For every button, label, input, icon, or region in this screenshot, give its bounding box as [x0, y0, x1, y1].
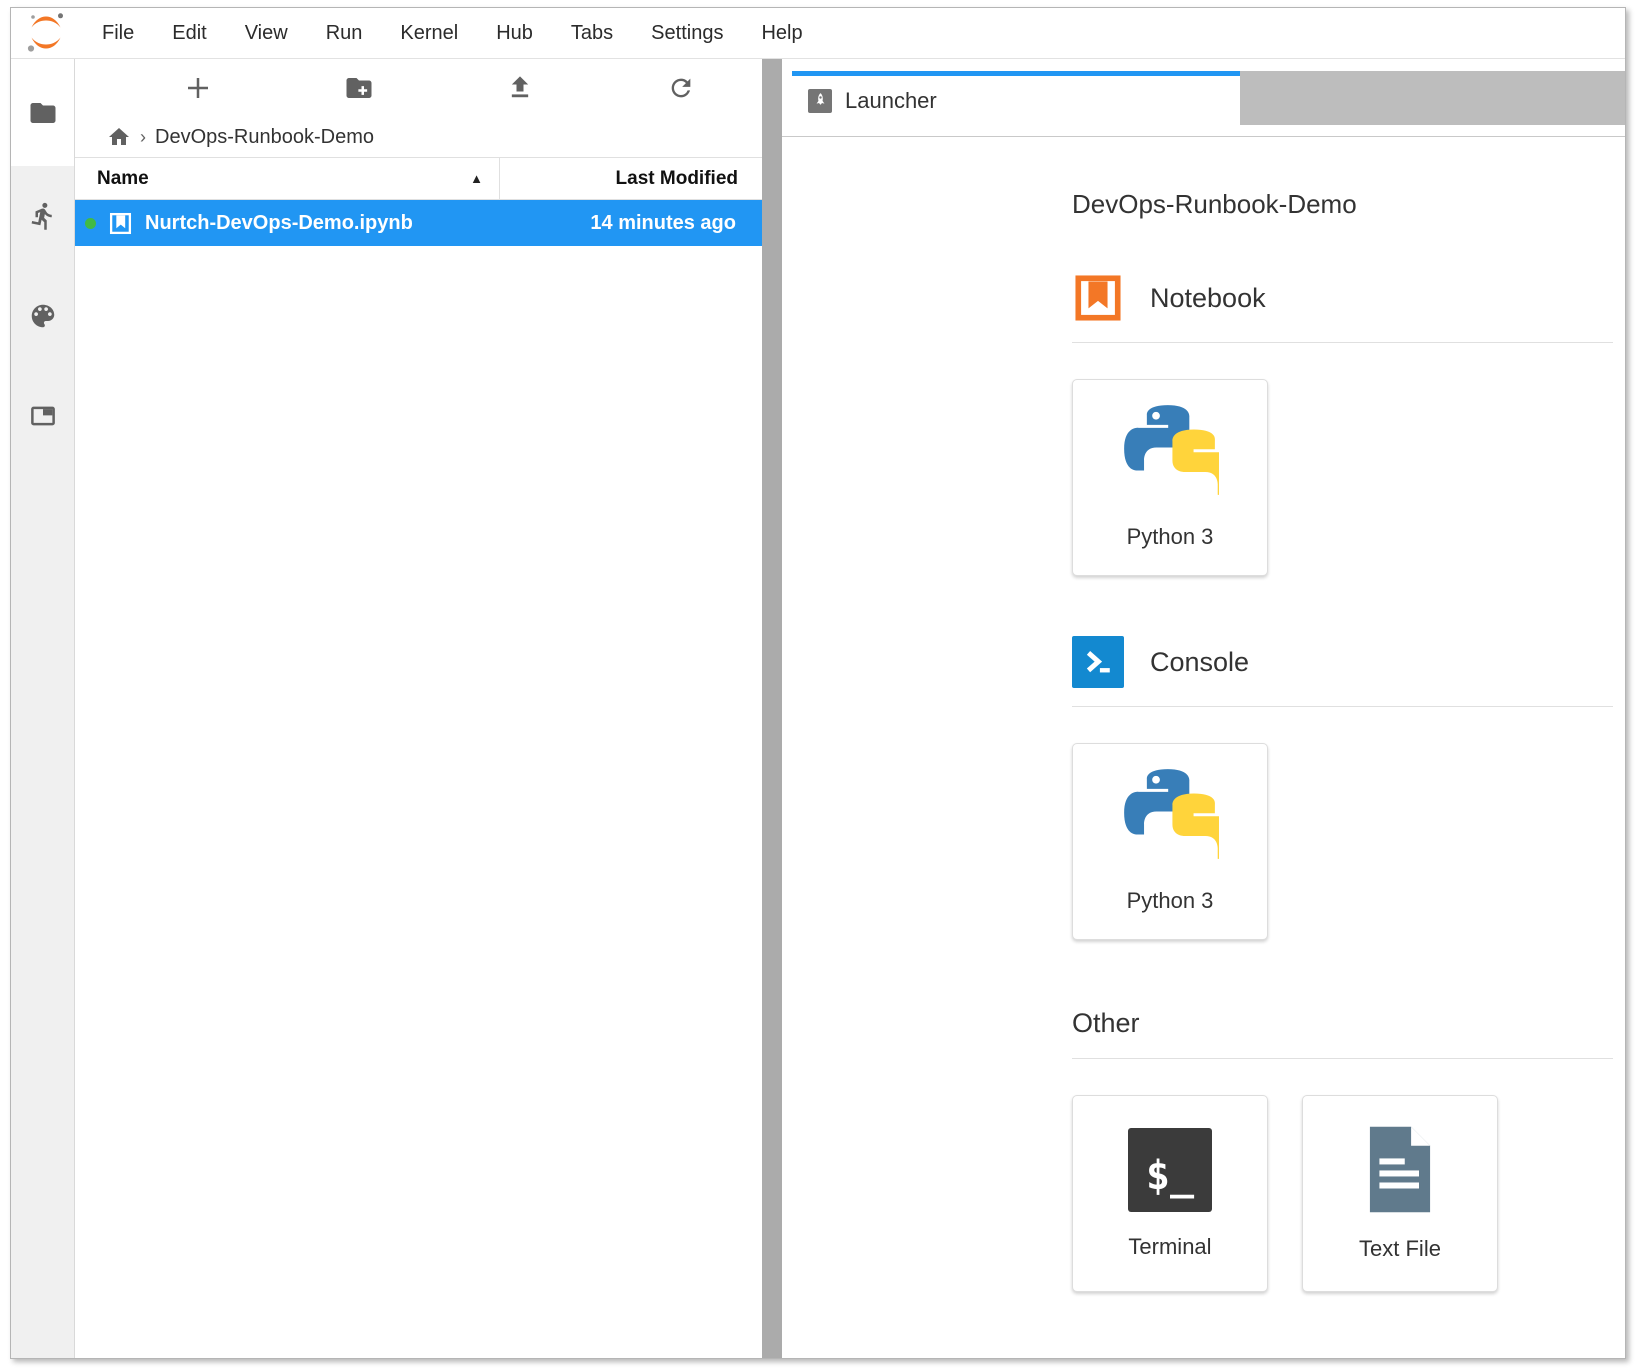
launcher-card-notebook-python3[interactable]: Python 3 — [1072, 379, 1268, 576]
menu-view[interactable]: View — [226, 22, 307, 45]
launcher-card-terminal[interactable]: $_ Terminal — [1072, 1095, 1268, 1292]
home-icon[interactable] — [107, 125, 131, 149]
card-label-text-file: Text File — [1359, 1236, 1441, 1262]
text-file-icon — [1362, 1125, 1438, 1214]
column-header-last-modified[interactable]: Last Modified — [499, 158, 762, 199]
file-list-header: Name ▲ Last Modified — [75, 157, 762, 200]
terminal-icon: $_ — [1128, 1128, 1212, 1212]
console-icon — [1072, 636, 1124, 688]
tab-bar-empty-area — [1240, 71, 1625, 125]
left-sidebar — [11, 59, 75, 1359]
file-browser-toolbar — [75, 59, 762, 117]
new-folder-button[interactable] — [278, 59, 439, 117]
section-console-label: Console — [1150, 647, 1249, 678]
launcher-card-text-file[interactable]: Text File — [1302, 1095, 1498, 1292]
plus-icon — [183, 73, 213, 103]
file-name: Nurtch-DevOps-Demo.ipynb — [145, 212, 590, 235]
launcher-rocket-icon — [808, 89, 832, 113]
other-cards-row: $_ Terminal Text File — [1072, 1095, 1613, 1292]
menu-help[interactable]: Help — [742, 22, 821, 45]
breadcrumb-current-folder[interactable]: DevOps-Runbook-Demo — [155, 126, 374, 149]
folder-icon — [28, 98, 58, 128]
dock-tab-bar: Launcher — [782, 59, 1625, 125]
notebook-cards-row: Python 3 — [1072, 379, 1613, 576]
new-folder-icon — [344, 73, 374, 103]
jupyterlab-window: File Edit View Run Kernel Hub Tabs Setti… — [10, 7, 1626, 1359]
breadcrumb: › DevOps-Runbook-Demo — [75, 117, 762, 157]
tab-launcher-label: Launcher — [845, 88, 937, 114]
section-separator — [1072, 706, 1613, 707]
tab-launcher[interactable]: Launcher — [792, 71, 1240, 125]
refresh-button[interactable] — [601, 59, 762, 117]
upload-button[interactable] — [440, 59, 601, 117]
running-person-icon — [28, 201, 58, 231]
breadcrumb-separator: › — [140, 127, 146, 148]
section-other-header: Other — [1072, 1006, 1613, 1040]
sidebar-tab-file-browser[interactable] — [11, 59, 74, 166]
main-dock-panel: Launcher DevOps-Runbook-Demo Notebook — [782, 59, 1625, 1359]
file-row-selected[interactable]: Nurtch-DevOps-Demo.ipynb 14 minutes ago — [75, 200, 762, 246]
file-last-modified: 14 minutes ago — [590, 212, 762, 235]
last-modified-header-label: Last Modified — [616, 168, 738, 190]
launcher-cwd-title: DevOps-Runbook-Demo — [1072, 189, 1613, 220]
panel-resize-divider[interactable] — [762, 59, 782, 1359]
section-console-header: Console — [1072, 636, 1613, 688]
column-header-name[interactable]: Name ▲ — [75, 158, 499, 199]
section-notebook-label: Notebook — [1150, 283, 1266, 314]
sidebar-tab-command-palette[interactable] — [11, 266, 74, 366]
refresh-icon — [667, 74, 695, 102]
sidebar-tab-running-sessions[interactable] — [11, 166, 74, 266]
card-label-python3: Python 3 — [1127, 888, 1214, 914]
menu-kernel[interactable]: Kernel — [381, 22, 477, 45]
tab-bar-spacer — [782, 71, 792, 125]
python-logo — [1121, 769, 1219, 866]
file-browser-panel: › DevOps-Runbook-Demo Name ▲ Last Modifi… — [75, 59, 762, 1359]
card-label-terminal: Terminal — [1128, 1234, 1211, 1260]
menu-run[interactable]: Run — [307, 22, 382, 45]
section-notebook-header: Notebook — [1072, 272, 1613, 324]
menu-file[interactable]: File — [83, 22, 153, 45]
section-separator — [1072, 342, 1613, 343]
jupyter-logo — [23, 11, 69, 55]
name-header-label: Name — [97, 168, 149, 190]
new-launcher-button[interactable] — [117, 59, 278, 117]
menu-tabs[interactable]: Tabs — [552, 22, 632, 45]
dock-separator — [782, 125, 1625, 137]
launcher-card-console-python3[interactable]: Python 3 — [1072, 743, 1268, 940]
terminal-prompt-glyph: $_ — [1146, 1156, 1194, 1212]
python-logo — [1121, 405, 1219, 502]
sort-ascending-icon: ▲ — [470, 171, 499, 186]
kernel-running-dot — [85, 218, 96, 229]
upload-icon — [506, 74, 534, 102]
palette-icon — [28, 301, 58, 331]
notebook-icon — [1072, 272, 1124, 324]
menu-edit[interactable]: Edit — [153, 22, 225, 45]
section-separator — [1072, 1058, 1613, 1059]
menu-hub[interactable]: Hub — [477, 22, 552, 45]
card-label-python3: Python 3 — [1127, 524, 1214, 550]
sidebar-tab-open-tabs[interactable] — [11, 366, 74, 466]
console-cards-row: Python 3 — [1072, 743, 1613, 940]
menu-bar: File Edit View Run Kernel Hub Tabs Setti… — [11, 8, 1625, 59]
menu-settings[interactable]: Settings — [632, 22, 742, 45]
jupyter-logo-icon — [23, 11, 69, 55]
notebook-file-icon — [108, 211, 133, 236]
launcher-body: DevOps-Runbook-Demo Notebook — [782, 137, 1625, 1359]
section-other-label: Other — [1072, 1008, 1140, 1039]
open-tabs-icon — [28, 401, 58, 431]
